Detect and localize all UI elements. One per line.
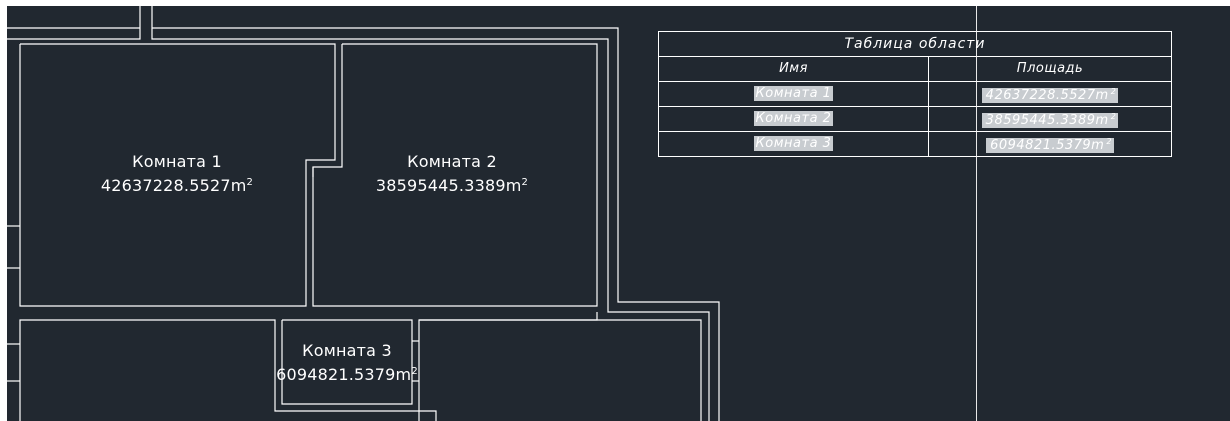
table-cell-area: 38595445.3389m 2	[928, 106, 1172, 132]
area-table-header-area: Площадь	[928, 56, 1172, 82]
table-row[interactable]: Комната 2 38595445.3389m 2	[658, 106, 1172, 132]
room-2-area: 38595445.3389m2	[375, 176, 529, 195]
room-3-label[interactable]: Комната 3 6094821.5379m2	[247, 340, 447, 385]
area-table-title: Таблица области	[658, 31, 1172, 57]
table-cell-name: Комната 3	[658, 131, 929, 157]
table-cell-area: 6094821.5379m 2	[928, 131, 1172, 157]
room-2-label[interactable]: Комната 2 38595445.3389m2	[347, 151, 557, 196]
table-row[interactable]: Комната 3 6094821.5379m 2	[658, 131, 1172, 157]
room-3-name: Комната 3	[302, 341, 392, 360]
room-1-label[interactable]: Комната 1 42637228.5527m2	[67, 151, 287, 196]
table-cell-area: 42637228.5527m 2	[928, 81, 1172, 107]
table-row[interactable]: Комната 1 42637228.5527m 2	[658, 81, 1172, 107]
room-2-name: Комната 2	[407, 152, 497, 171]
room-3-area: 6094821.5379m2	[276, 365, 418, 384]
table-cell-name: Комната 1	[658, 81, 929, 107]
wall-line	[7, 28, 141, 40]
table-cell-name: Комната 2	[658, 106, 929, 132]
room-1-name: Комната 1	[132, 152, 222, 171]
room-lower-right-outline	[419, 319, 702, 421]
area-table[interactable]: Таблица области Имя Площадь Комната 1 42…	[658, 31, 1172, 157]
room-1-area: 42637228.5527m2	[100, 176, 254, 195]
cad-drawing-canvas[interactable]: Комната 1 42637228.5527m2 Комната 2 3859…	[7, 6, 1230, 421]
area-table-header-name: Имя	[658, 56, 929, 82]
